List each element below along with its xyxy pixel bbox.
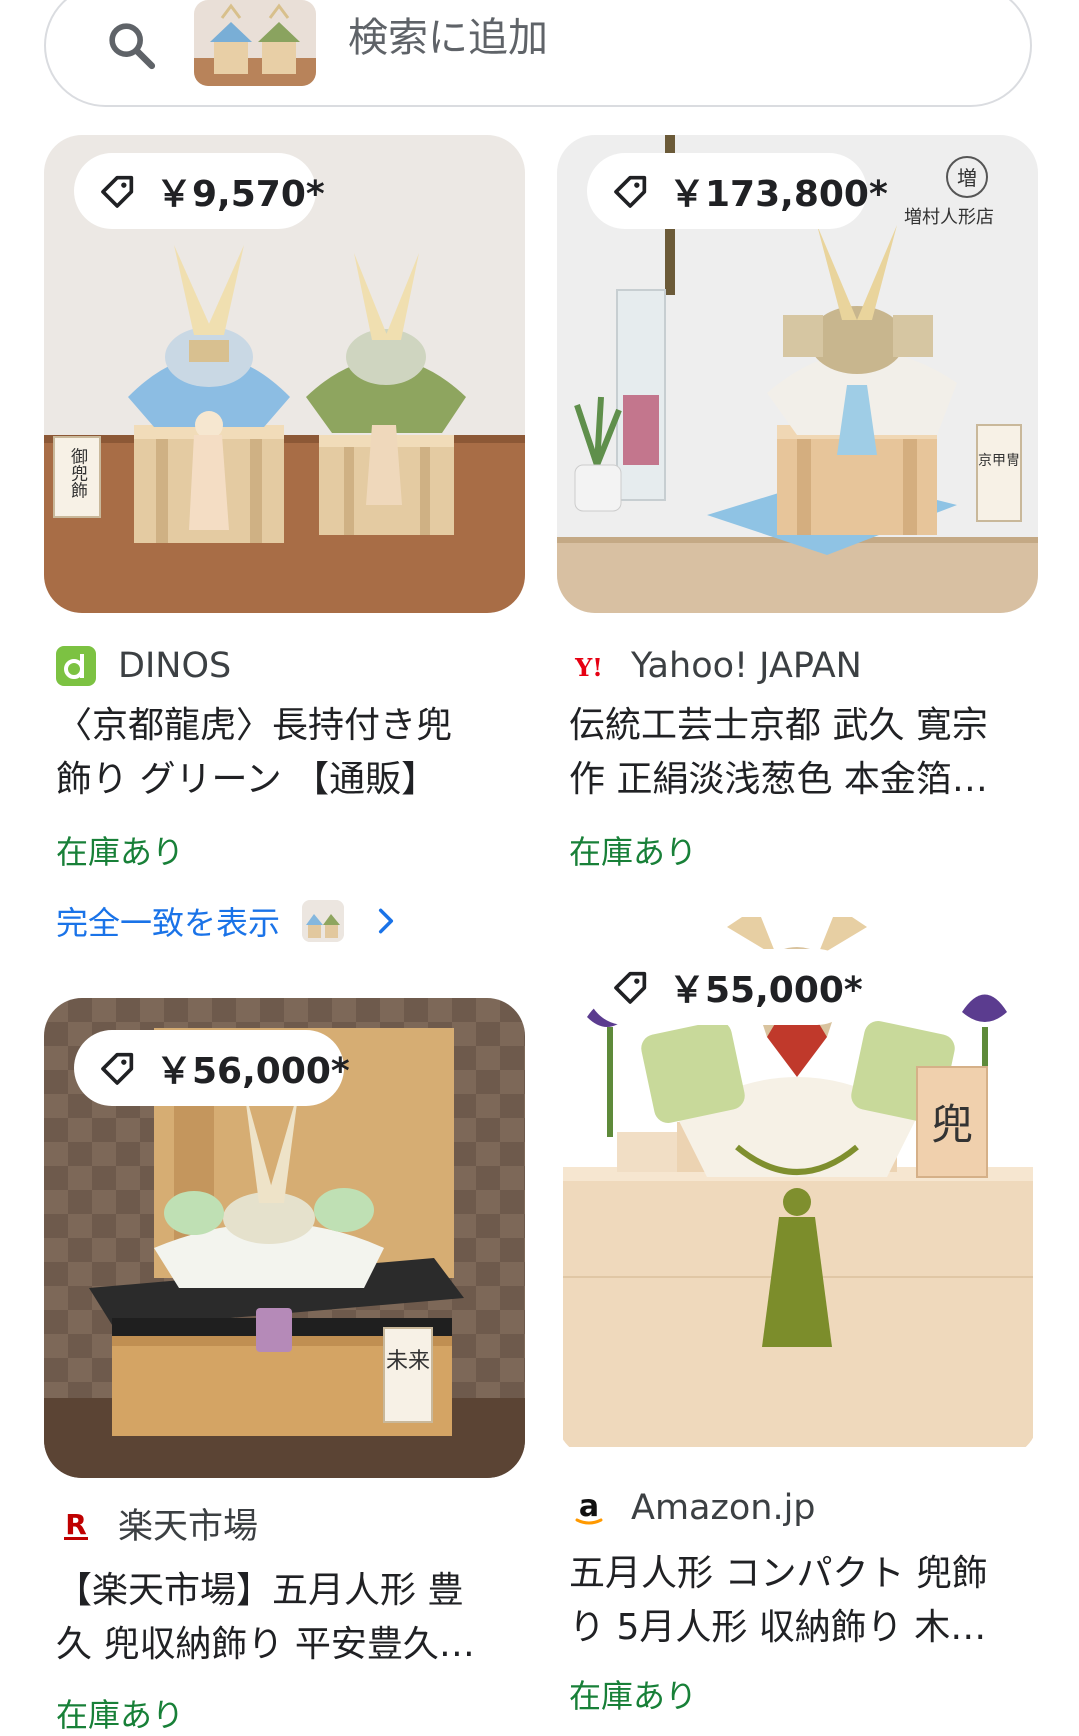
price-badge: ￥56,000* (74, 1030, 350, 1106)
exact-match-label: 完全一致を表示 (56, 904, 281, 942)
product-card[interactable]: 未来 ￥56,000* R 楽天市場 【楽天市場】五月人形 豊 久 兜収納飾り … (44, 998, 525, 1734)
price-badge: ￥9,570* (74, 153, 325, 229)
search-bar[interactable]: 検索に追加 (44, 0, 1032, 107)
search-image-thumbnail[interactable] (194, 0, 316, 86)
merchant-row: R 楽天市場 (56, 1498, 258, 1548)
merchant-name: Yahoo! JAPAN (631, 646, 862, 686)
tag-icon (101, 175, 134, 208)
product-title-line: 〈京都龍虎〉長持付き兜 (56, 705, 453, 746)
card4-sign-text: 兜 (931, 1100, 973, 1149)
yahoo-logo-icon: Y! (569, 646, 609, 686)
dinos-logo-icon (56, 646, 96, 686)
price-text: ￥55,000* (669, 970, 863, 1011)
stock-status: 在庫あり (56, 1696, 185, 1734)
tag-icon (614, 175, 647, 208)
card2-badge-text: 増 (957, 166, 977, 190)
search-input[interactable]: 検索に追加 (348, 10, 548, 66)
merchant-name: Amazon.jp (631, 1488, 816, 1528)
price-text: ￥9,570* (156, 174, 325, 215)
exact-match-link[interactable]: 完全一致を表示 (56, 892, 402, 950)
amazon-logo-icon: a (569, 1488, 609, 1528)
chevron-right-icon (378, 908, 394, 934)
product-title-line: 【楽天市場】五月人形 豊 (56, 1570, 464, 1611)
merchant-name: 楽天市場 (118, 1506, 259, 1547)
product-title[interactable]: 五月人形 コンパクト 兜飾 り 5月人形 収納飾り 木… (569, 1547, 1031, 1655)
card1-sign-text: 御兜飾 (67, 447, 88, 498)
stock-status: 在庫あり (569, 833, 698, 871)
price-badge: ￥55,000* (587, 949, 863, 1025)
search-icon[interactable] (104, 18, 160, 74)
product-title[interactable]: 【楽天市場】五月人形 豊 久 兜収納飾り 平安豊久… (56, 1564, 518, 1672)
price-text: ￥56,000* (156, 1051, 350, 1092)
product-title-line: 飾り グリーン 【通販】 (56, 759, 438, 800)
stock-status: 在庫あり (56, 833, 185, 871)
merchant-row: DINOS (56, 641, 231, 691)
product-title-line: 作 正絹淡浅葱色 本金箔… (569, 759, 988, 800)
svg-text:a: a (579, 1489, 599, 1524)
card2-logo-text: 増村人形店 (904, 207, 994, 228)
product-title[interactable]: 〈京都龍虎〉長持付き兜 飾り グリーン 【通販】 (56, 699, 518, 807)
svg-text:Y!: Y! (574, 653, 603, 682)
merchant-row: Y! Yahoo! JAPAN (569, 641, 862, 691)
rakuten-logo-icon: R (56, 1503, 96, 1543)
product-card[interactable]: 増 増村人形店 京甲冑 ￥173,800* Y! Yahoo! JAPAN 伝統… (557, 135, 1038, 875)
product-card[interactable]: 兜 ￥55,000* a Amazon.jp 五月人形 コンパクト 兜飾 り 5… (557, 917, 1038, 1715)
product-card[interactable]: 御兜飾 ￥9,570* DINOS 〈京都龍虎〉長持付き兜 飾り グリーン 【通… (44, 135, 525, 875)
price-text: ￥173,800* (669, 174, 888, 215)
exact-match-thumbnail (302, 900, 345, 942)
product-title-line: り 5月人形 収納飾り 木… (569, 1607, 987, 1648)
price-badge: ￥173,800* (587, 153, 888, 229)
merchant-row: a Amazon.jp (569, 1483, 816, 1533)
card3-sign-text: 未来 (386, 1349, 430, 1374)
product-title-line: 伝統工芸士京都 武久 寛宗 (569, 705, 988, 746)
product-title-line: 五月人形 コンパクト 兜飾 (569, 1553, 988, 1594)
tag-icon (614, 971, 647, 1004)
card2-sign-text: 京甲冑 (978, 453, 1020, 469)
stock-status: 在庫あり (569, 1677, 698, 1715)
svg-text:R: R (65, 1508, 87, 1541)
tag-icon (101, 1052, 134, 1085)
merchant-name: DINOS (118, 646, 232, 686)
product-title-line: 久 兜収納飾り 平安豊久… (56, 1624, 475, 1665)
product-title[interactable]: 伝統工芸士京都 武久 寛宗 作 正絹淡浅葱色 本金箔… (569, 699, 1031, 807)
